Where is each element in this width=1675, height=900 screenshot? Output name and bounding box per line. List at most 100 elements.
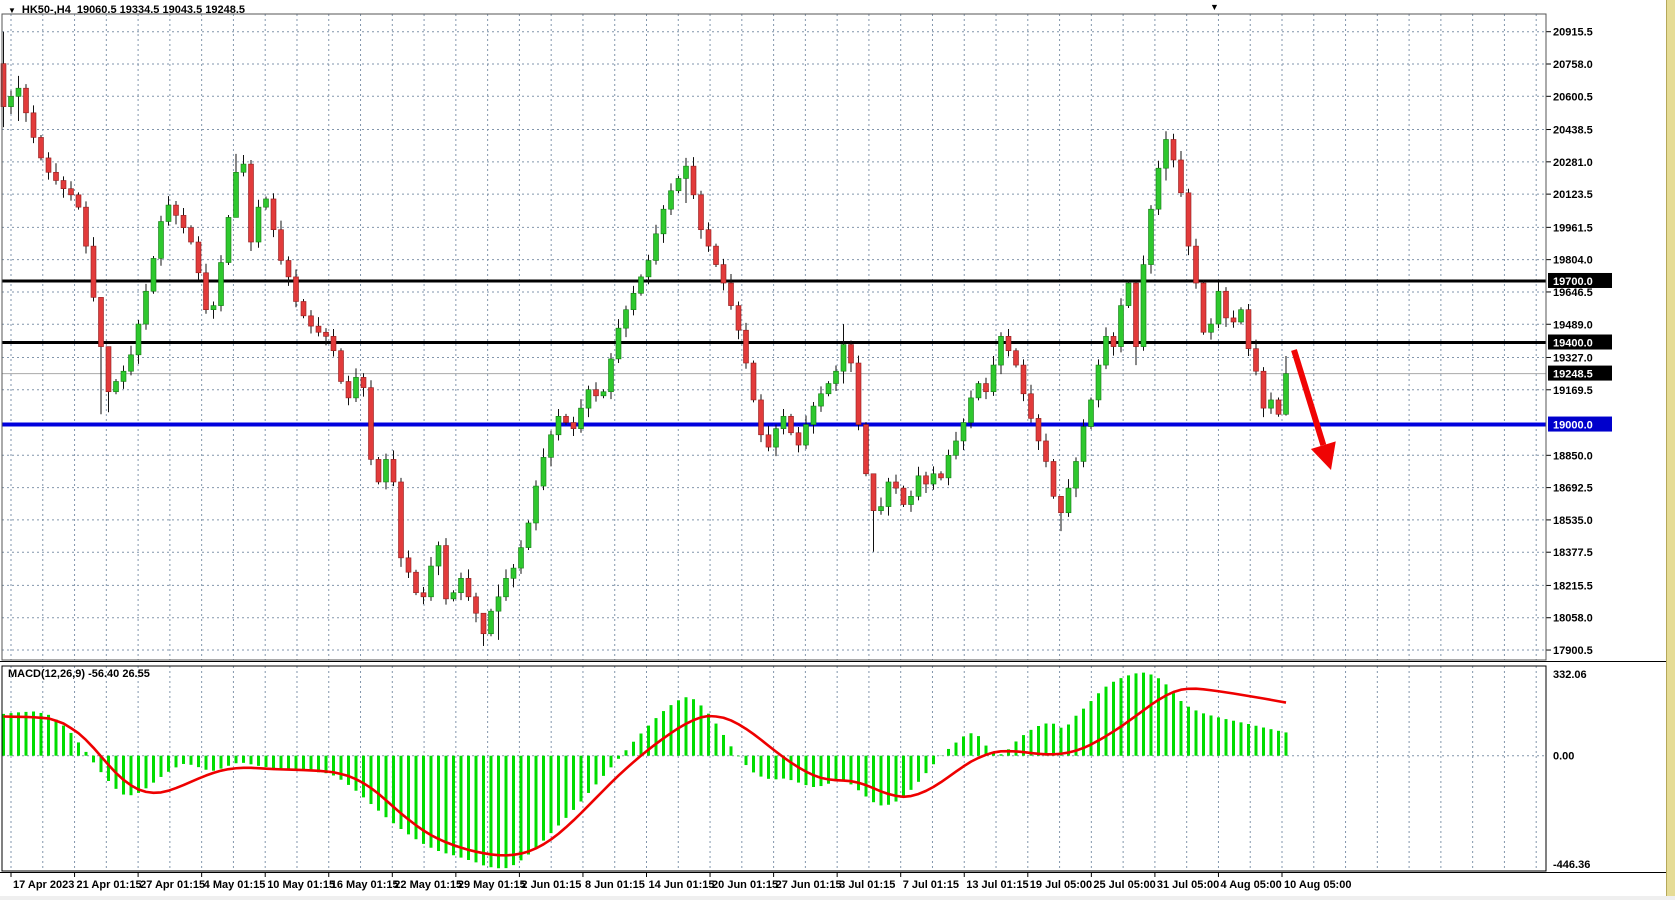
bearish-candle xyxy=(571,422,576,428)
bearish-candle xyxy=(331,336,336,350)
bearish-candle xyxy=(279,230,284,261)
price-axis-label: 19646.5 xyxy=(1553,287,1593,299)
bullish-candle xyxy=(886,482,891,507)
price-badge-label: 19000.0 xyxy=(1553,420,1593,432)
bearish-candle xyxy=(1036,418,1041,441)
bullish-candle xyxy=(16,88,21,96)
bearish-candle xyxy=(1059,496,1064,512)
bearish-candle xyxy=(1171,139,1176,160)
bearish-candle xyxy=(414,572,419,593)
bearish-candle xyxy=(249,164,254,242)
price-axis-label: 18058.0 xyxy=(1553,613,1593,625)
symbol-dropdown-icon[interactable]: ▼ xyxy=(8,6,16,15)
chart-title: ▼ HK50-,H4 19060.5 19334.5 19043.5 19248… xyxy=(8,4,245,16)
bearish-candle xyxy=(751,363,756,400)
bearish-candle xyxy=(196,242,201,273)
bullish-candle xyxy=(601,392,606,396)
bullish-candle xyxy=(1164,139,1169,168)
bearish-candle xyxy=(1044,441,1049,462)
bearish-candle xyxy=(736,306,741,331)
date-axis-label: 19 Jul 05:00 xyxy=(1030,879,1092,891)
price-axis-label: 18692.5 xyxy=(1553,483,1593,495)
bearish-candle xyxy=(346,381,351,397)
date-axis-label: 3 Jul 01:15 xyxy=(839,879,895,891)
date-axis-label: 25 Jul 05:00 xyxy=(1093,879,1155,891)
bearish-candle xyxy=(286,260,291,276)
bearish-candle xyxy=(444,546,449,599)
bearish-candle xyxy=(1186,193,1191,246)
bullish-candle xyxy=(909,496,914,504)
bearish-candle xyxy=(1246,310,1251,349)
bullish-candle xyxy=(669,191,674,209)
bullish-candle xyxy=(781,416,786,428)
bullish-candle xyxy=(1156,168,1161,209)
price-badge-label: 19400.0 xyxy=(1553,338,1593,350)
bearish-candle xyxy=(714,246,719,264)
bullish-candle xyxy=(579,408,584,429)
bearish-candle xyxy=(399,482,404,558)
bullish-candle xyxy=(991,365,996,392)
bullish-candle xyxy=(976,384,981,398)
bullish-candle xyxy=(489,611,494,634)
bullish-candle xyxy=(834,371,839,383)
bearish-candle xyxy=(369,388,374,460)
date-axis-label: 20 Jun 01:15 xyxy=(712,879,778,891)
bullish-candle xyxy=(661,209,666,234)
bearish-candle xyxy=(924,476,929,484)
bullish-candle xyxy=(459,578,464,592)
macd-axis-min: -446.36 xyxy=(1553,859,1590,871)
bearish-candle xyxy=(294,277,299,302)
bearish-candle xyxy=(1194,246,1199,283)
bearish-candle xyxy=(796,433,801,445)
bullish-candle xyxy=(916,476,921,497)
bearish-candle xyxy=(594,390,599,396)
bearish-candle xyxy=(871,474,876,511)
bullish-candle xyxy=(879,507,884,511)
bearish-candle xyxy=(376,459,381,482)
bullish-candle xyxy=(609,359,614,392)
bullish-candle xyxy=(541,457,546,486)
bearish-candle xyxy=(691,166,696,195)
price-axis-label: 18535.0 xyxy=(1553,515,1593,527)
date-axis-label: 21 Apr 01:15 xyxy=(77,879,142,891)
bullish-candle xyxy=(166,205,171,221)
date-axis-label: 4 May 01:15 xyxy=(204,879,266,891)
price-axis-label: 20438.5 xyxy=(1553,125,1593,137)
macd-axis-max: 332.06 xyxy=(1553,669,1587,681)
bearish-candle xyxy=(391,459,396,482)
date-axis-label: 2 Jun 01:15 xyxy=(521,879,581,891)
bearish-candle xyxy=(744,330,749,363)
bearish-candle xyxy=(564,416,569,422)
bearish-candle xyxy=(1261,371,1266,408)
bullish-candle xyxy=(811,406,816,424)
scroll-end-marker-icon[interactable]: ▼ xyxy=(1210,2,1219,12)
bearish-candle xyxy=(69,189,74,195)
price-axis-label: 19489.0 xyxy=(1553,319,1593,331)
price-axis-label: 20915.5 xyxy=(1553,27,1593,39)
bullish-candle xyxy=(1089,400,1094,427)
bullish-candle xyxy=(804,425,809,446)
bullish-candle xyxy=(1269,400,1274,408)
bullish-candle xyxy=(144,291,149,324)
bullish-candle xyxy=(586,390,591,408)
bearish-candle xyxy=(174,205,179,215)
bearish-candle xyxy=(1231,318,1236,322)
bullish-candle xyxy=(511,568,516,578)
bearish-candle xyxy=(474,597,479,613)
bearish-candle xyxy=(894,482,899,488)
bearish-candle xyxy=(91,246,96,297)
bearish-candle xyxy=(406,558,411,572)
bearish-candle xyxy=(1021,365,1026,394)
bullish-candle xyxy=(1074,461,1079,488)
bullish-candle xyxy=(841,345,846,372)
price-badge-label: 19248.5 xyxy=(1553,369,1593,381)
bullish-candle xyxy=(1096,365,1101,400)
bullish-candle xyxy=(504,578,509,596)
bullish-candle xyxy=(226,217,231,262)
bullish-candle xyxy=(639,277,644,293)
price-axis-label: 20758.0 xyxy=(1553,59,1593,71)
price-axis-label: 18215.5 xyxy=(1553,580,1593,592)
chart-canvas[interactable]: 20915.520758.020600.520438.520281.020123… xyxy=(0,0,1675,900)
bearish-candle xyxy=(1111,336,1116,346)
bearish-candle xyxy=(421,593,426,597)
